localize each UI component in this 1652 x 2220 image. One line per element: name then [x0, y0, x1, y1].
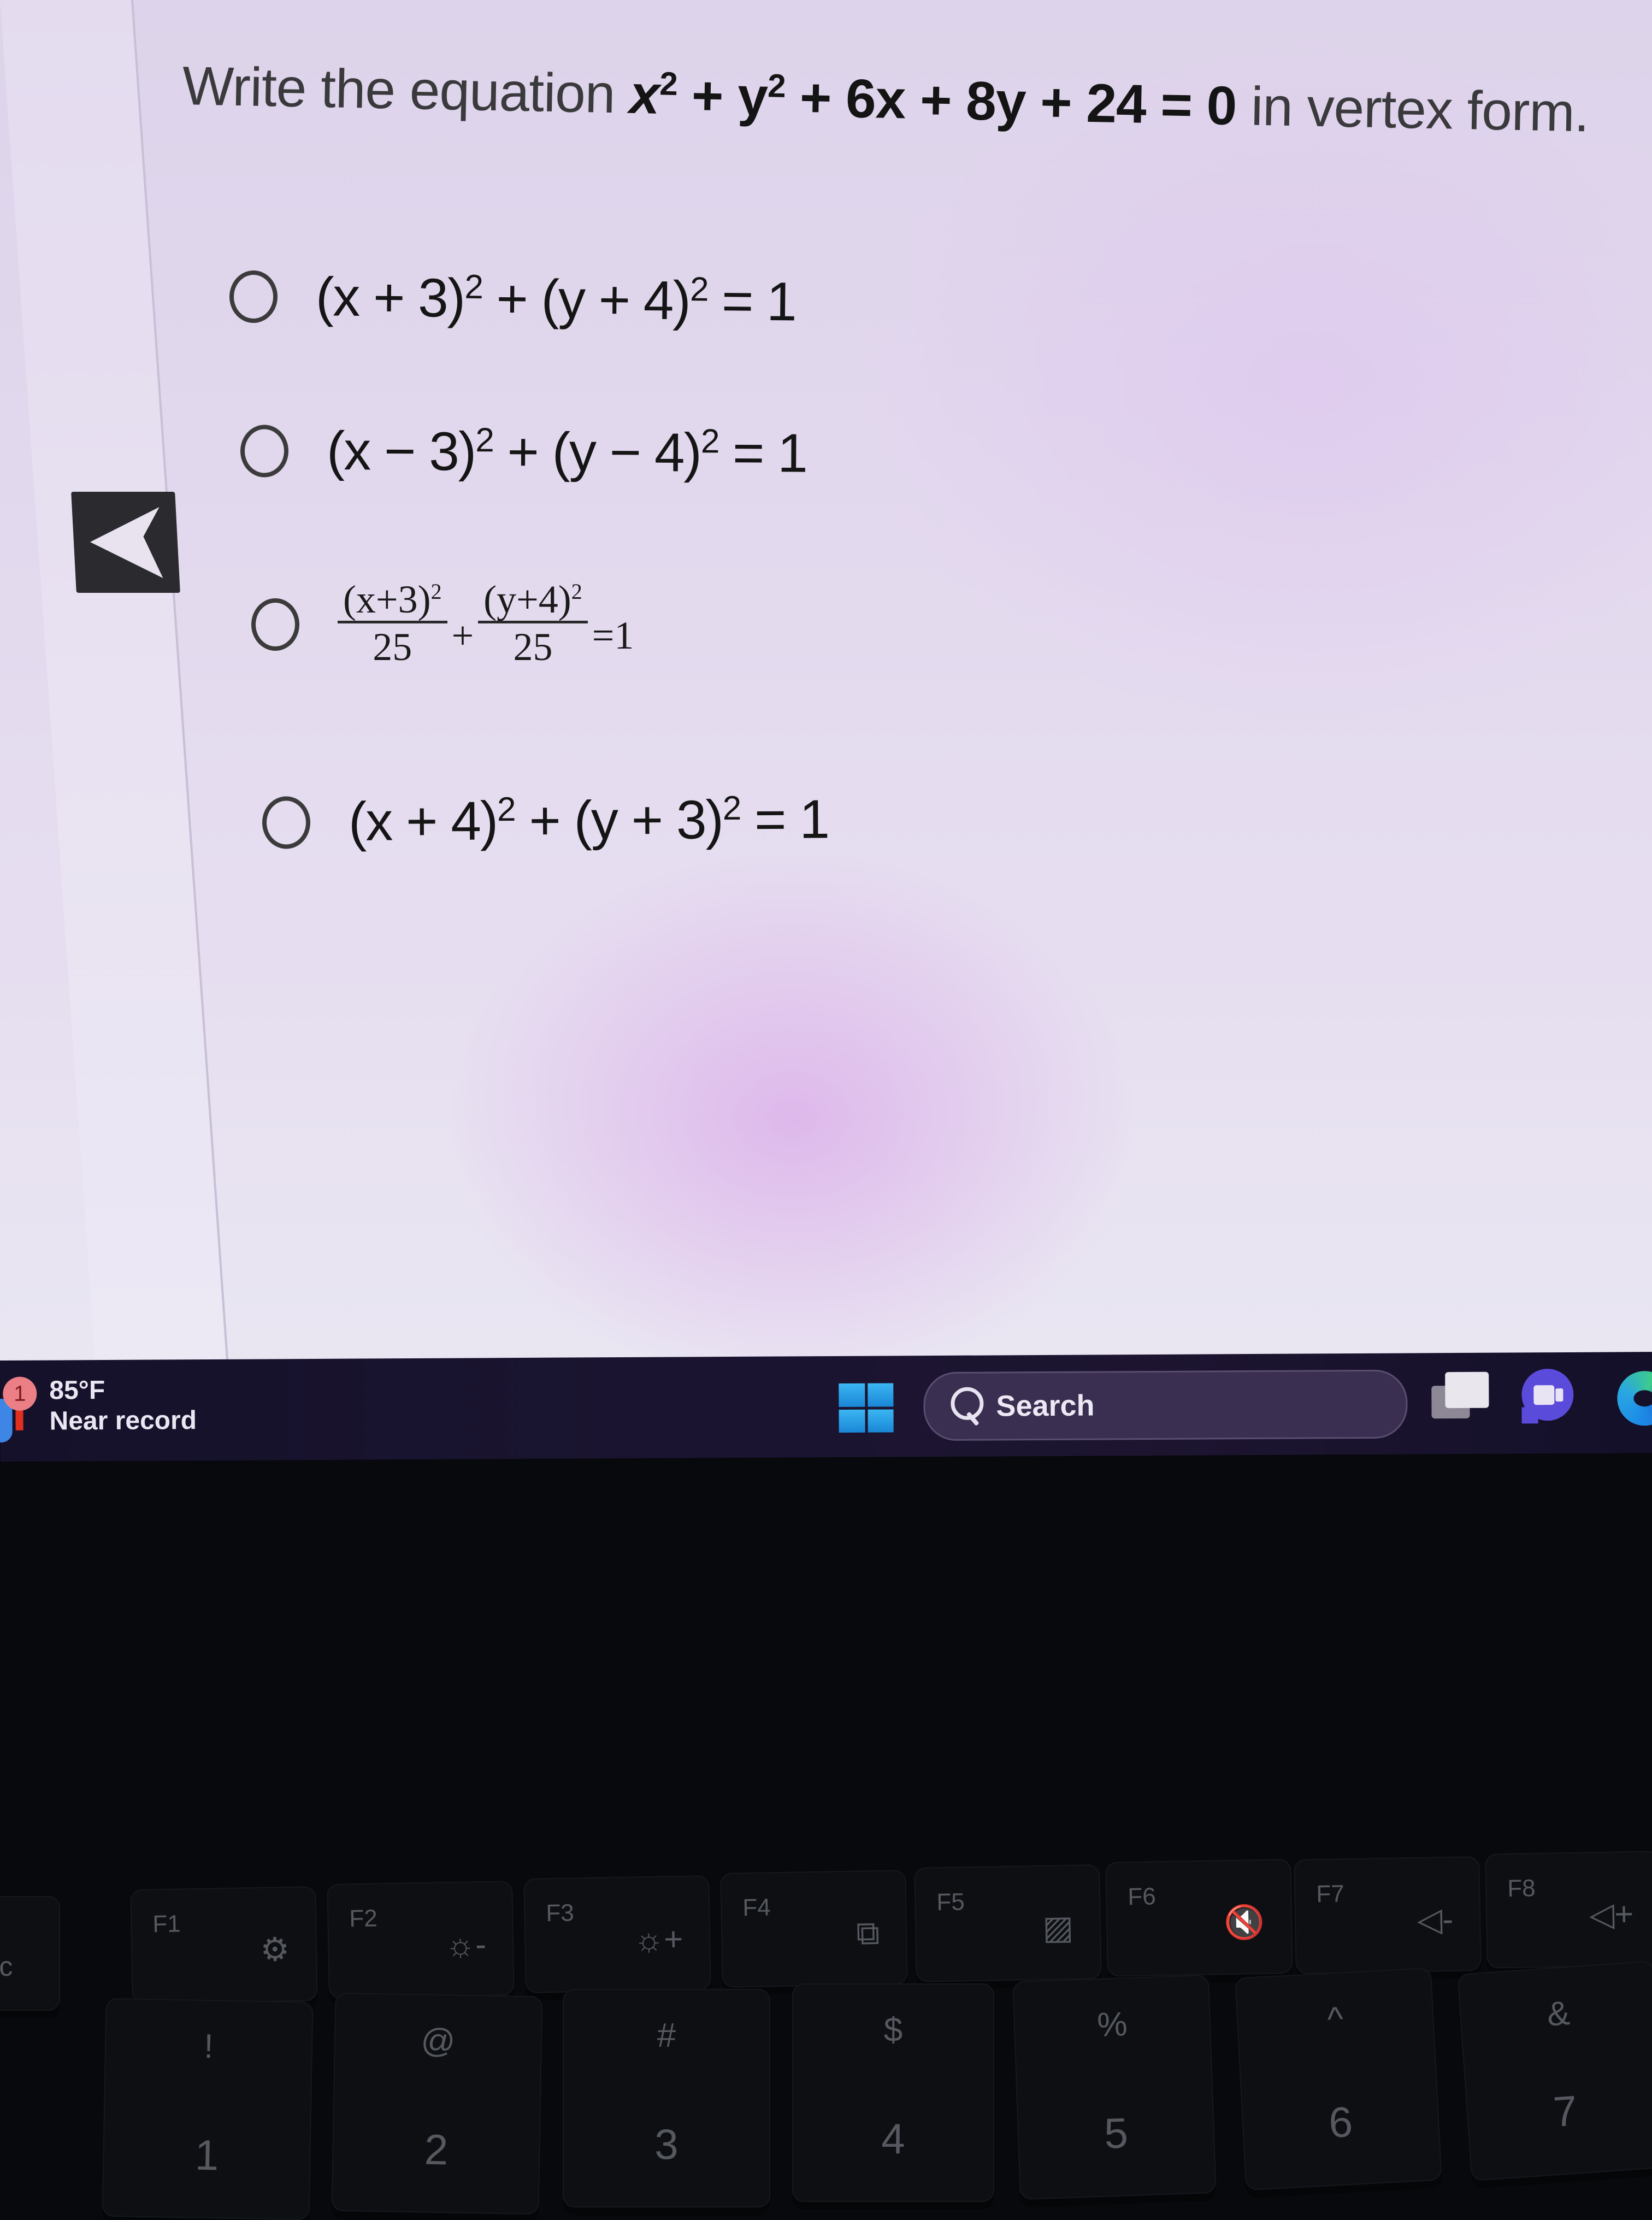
display-switch-icon: ⧉: [856, 1914, 880, 1952]
notification-badge: 1: [3, 1376, 37, 1411]
key-7[interactable]: & 7: [1457, 1960, 1652, 2182]
weather-description: Near record: [49, 1405, 197, 1436]
choice-label: (x + 3)2 + (y + 4)2 = 1: [315, 266, 796, 333]
key-f5[interactable]: F5 ▨: [914, 1864, 1102, 1982]
brightness-down-icon: ☼-: [445, 1925, 487, 1964]
search-label: Search: [996, 1389, 1095, 1423]
volume-down-icon: ◁-: [1417, 1900, 1454, 1939]
key-1[interactable]: ! 1: [102, 1998, 314, 2220]
choice-label: (x+3)2 25 + (y+4)2 25 =1: [338, 579, 634, 670]
search-icon: [949, 1387, 984, 1426]
choice-3[interactable]: (x+3)2 25 + (y+4)2 25 =1: [251, 579, 634, 670]
radio-button[interactable]: [262, 796, 311, 849]
answer-choices: (x + 3)2 + (y + 4)2 = 1 (x − 3)2 + (y − …: [0, 0, 1652, 1361]
choice-label: (x − 3)2 + (y − 4)2 = 1: [326, 420, 807, 484]
choice-label: (x + 4)2 + (y + 3)2 = 1: [348, 788, 829, 852]
brightness-up-icon: ☼+: [633, 1920, 683, 1958]
screen: Write the equation x2 + y2 + 6x + 8y + 2…: [0, 0, 1652, 1361]
key-f7[interactable]: F7 ◁-: [1294, 1856, 1482, 1974]
thermometer-icon: 1: [0, 1376, 44, 1443]
key-f3[interactable]: F3 ☼+: [523, 1875, 711, 1993]
fraction-y: (y+4)2 25: [478, 579, 588, 670]
mute-icon: 🔇: [1223, 1903, 1265, 1941]
key-f6[interactable]: F6 🔇: [1105, 1859, 1293, 1977]
video-chat-icon[interactable]: [1521, 1368, 1577, 1429]
key-3[interactable]: #3: [563, 1989, 770, 2207]
weather-widget[interactable]: 1 85°F Near record: [0, 1375, 197, 1443]
choice-2[interactable]: (x − 3)2 + (y − 4)2 = 1: [240, 419, 807, 485]
volume-up-icon: ◁+: [1589, 1895, 1634, 1933]
key-f8[interactable]: F8 ◁+: [1485, 1851, 1652, 1969]
keyboard: Esc F1⚙ F2☼- F3☼+ F4⧉ F5▨ F6🔇 F7◁- F8◁+ …: [0, 1836, 1652, 2220]
settings-icon: ⚙: [259, 1930, 290, 1968]
touchpad-toggle-icon: ▨: [1042, 1909, 1074, 1946]
weather-temperature: 85°F: [49, 1375, 105, 1405]
search-input[interactable]: Search: [923, 1369, 1408, 1441]
fraction-x: (x+3)2 25: [338, 579, 447, 670]
choice-1[interactable]: (x + 3)2 + (y + 4)2 = 1: [229, 265, 796, 334]
taskbar: 1 85°F Near record Search: [0, 1352, 1652, 1462]
key-4[interactable]: $4: [792, 1983, 994, 2202]
choice-4[interactable]: (x + 4)2 + (y + 3)2 = 1: [262, 788, 829, 853]
key-f1[interactable]: F1 ⚙: [130, 1886, 318, 2004]
radio-button[interactable]: [251, 598, 299, 651]
key-f4[interactable]: F4 ⧉: [720, 1870, 908, 1988]
windows-start-icon[interactable]: [839, 1383, 894, 1433]
key-esc[interactable]: Esc: [0, 1896, 60, 2011]
key-6[interactable]: ^ 6: [1235, 1967, 1442, 2191]
edge-browser-icon[interactable]: [1617, 1370, 1652, 1426]
radio-button[interactable]: [229, 270, 278, 323]
task-view-icon[interactable]: [1426, 1371, 1489, 1433]
key-5[interactable]: % 5: [1012, 1974, 1217, 2200]
key-f2[interactable]: F2 ☼-: [327, 1881, 515, 1999]
radio-button[interactable]: [240, 424, 289, 478]
key-2[interactable]: @2: [331, 1992, 543, 2215]
